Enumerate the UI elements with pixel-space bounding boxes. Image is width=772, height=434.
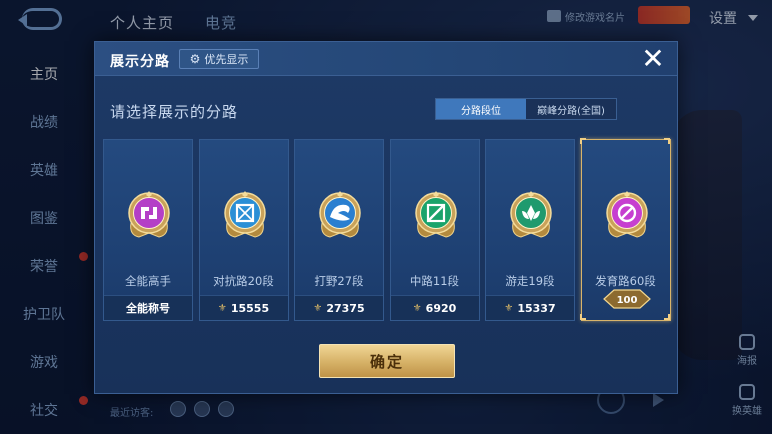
selection-corner bbox=[663, 138, 670, 144]
card-jungle[interactable]: 打野27段 ⚜ 27375 bbox=[294, 139, 384, 321]
tab-peak-lane[interactable]: 巅峰分路(全国) bbox=[526, 99, 616, 119]
lane-name: 打野27段 bbox=[314, 274, 364, 288]
rank-type-toggle: 分路段位 巅峰分路(全国) bbox=[435, 98, 617, 120]
lane-name: 中路11段 bbox=[409, 274, 460, 288]
level-badge: 100 bbox=[602, 289, 651, 309]
wing-icon: ⚜ bbox=[313, 302, 323, 314]
lane-emblem-icon bbox=[319, 191, 361, 238]
lane-emblem-icon bbox=[510, 191, 552, 238]
svg-text:100: 100 bbox=[616, 295, 637, 306]
dialog-subtitle: 请选择展示的分路 bbox=[110, 103, 239, 121]
lane-name: 全能高手 bbox=[125, 274, 171, 288]
priority-display-label: 优先显示 bbox=[204, 53, 249, 66]
card-mid-lane[interactable]: 中路11段 ⚜ 6920 bbox=[389, 139, 480, 321]
lane-score-value: 27375 bbox=[326, 301, 365, 315]
close-icon[interactable]: ✕ bbox=[640, 45, 666, 73]
wing-icon: ⚜ bbox=[217, 302, 227, 314]
lane-score: ⚜ 15555 bbox=[199, 295, 288, 320]
dialog-title: 展示分路 bbox=[110, 54, 170, 70]
selection-corner bbox=[579, 138, 586, 144]
lane-name: 发育路60段 bbox=[595, 274, 656, 288]
lane-emblem-icon bbox=[605, 191, 648, 238]
show-lane-dialog: 展示分路 ⚙ 优先显示 ✕ 请选择展示的分路 分路段位 巅峰分路(全国) 全能高… bbox=[94, 41, 678, 394]
lane-name: 游走19段 bbox=[505, 274, 555, 288]
lane-score-value: 6920 bbox=[425, 301, 457, 315]
lane-name: 对抗路20段 bbox=[213, 274, 274, 288]
selection-corner bbox=[579, 314, 586, 320]
priority-display-button[interactable]: ⚙ 优先显示 bbox=[179, 49, 259, 69]
card-roam[interactable]: 游走19段 ⚜ 15337 bbox=[485, 139, 575, 321]
lane-emblem-icon bbox=[223, 191, 266, 238]
wing-icon: ⚜ bbox=[504, 302, 514, 314]
lane-emblem-icon bbox=[128, 191, 170, 238]
lane-cards: 全能高手 全能称号 对抗路20段 ⚜ 15555 打野27段 ⚜ 27375 中路11段 ⚜ 692… bbox=[103, 138, 671, 321]
lane-emblem-icon bbox=[414, 191, 457, 238]
lane-score: 全能称号 bbox=[104, 295, 192, 320]
card-clash-lane[interactable]: 对抗路20段 ⚜ 15555 bbox=[198, 139, 289, 321]
lane-score: ⚜ 15337 bbox=[486, 295, 574, 320]
lane-score-value: 全能称号 bbox=[126, 302, 170, 315]
wing-icon: ⚜ bbox=[412, 302, 422, 314]
card-farm-lane[interactable]: 发育路60段 100 bbox=[579, 138, 671, 321]
tab-lane-rank[interactable]: 分路段位 bbox=[436, 99, 526, 119]
gear-icon: ⚙ bbox=[189, 52, 201, 66]
lane-score: ⚜ 27375 bbox=[295, 295, 383, 320]
dialog-header: 展示分路 ⚙ 优先显示 ✕ bbox=[95, 42, 677, 76]
lane-score-value: 15555 bbox=[230, 301, 270, 315]
lane-score: ⚜ 6920 bbox=[390, 295, 479, 320]
lane-score-value: 15337 bbox=[517, 301, 556, 315]
confirm-button[interactable]: 确定 bbox=[319, 344, 455, 378]
selection-corner bbox=[663, 314, 670, 320]
card-all-round[interactable]: 全能高手 全能称号 bbox=[103, 139, 193, 321]
